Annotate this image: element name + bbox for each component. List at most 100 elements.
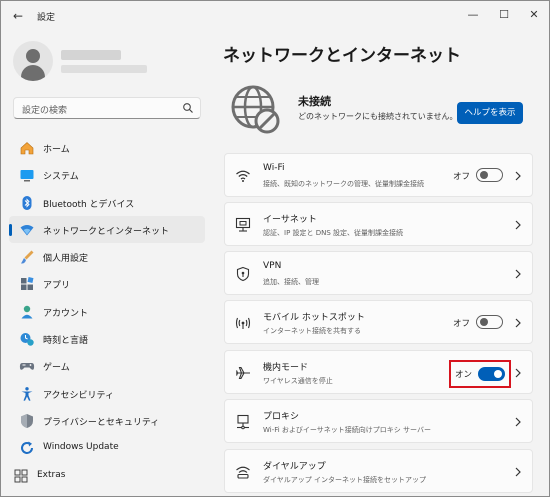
apps-icon [21,277,34,291]
card-subtitle: ワイヤレス通信を停止 [263,377,333,385]
toggle-state-label: オフ [453,172,471,182]
connection-status-subtitle: どのネットワークにも接続されていません。 [298,112,458,121]
proxy-icon [237,414,249,430]
sidebar-item-windows-update[interactable]: Windows Update [9,434,205,461]
chevron-right-icon [515,467,521,477]
card-title: プロキシ [263,412,300,422]
card-proxy[interactable]: プロキシ Wi-Fi およびイーサネット接続向けプロキシ サーバー [224,399,533,443]
hotspot-toggle[interactable] [476,315,503,329]
avatar [13,41,53,81]
chevron-right-icon [515,269,521,279]
sidebar-item-label: Windows Update [43,442,119,453]
chevron-right-icon [515,220,521,230]
profile-name-redacted [61,50,121,60]
time-language-icon [20,333,34,346]
home-icon [20,142,34,155]
card-subtitle: 接続、既知のネットワークの管理、従量制課金接続 [263,180,424,188]
card-title: イーサネット [263,215,317,225]
chevron-right-icon [515,171,521,181]
bluetooth-icon [22,195,32,210]
sidebar-item-personalization[interactable]: 個人用設定 [9,243,205,270]
airplane-mode-toggle[interactable] [478,367,505,381]
search-icon [183,103,193,113]
card-title: Wi-Fi [263,163,285,173]
sidebar-item-label: アカウント [43,308,89,319]
airplane-icon [235,366,250,380]
hotspot-toggle-group: オフ [451,314,509,332]
card-title: 機内モード [263,363,309,373]
dialup-icon [236,466,250,479]
system-icon [20,170,34,182]
search-placeholder: 設定の検索 [22,106,68,116]
sidebar-item-label: プライバシーとセキュリティ [43,417,160,428]
wifi-toggle[interactable] [476,168,503,182]
card-ethernet[interactable]: イーサネット 認証、IP 設定と DNS 設定、従量制課金接続 [224,202,533,246]
card-title: VPN [263,261,282,271]
help-button[interactable]: ヘルプを表示 [457,102,523,124]
airplane-toggle-highlight: オン [449,360,511,388]
sidebar-item-extras[interactable]: Extras [3,462,199,489]
sidebar-item-label: Extras [37,469,66,480]
network-icon [20,224,34,236]
sidebar-item-home[interactable]: ホーム [9,134,205,161]
search-input[interactable]: 設定の検索 [13,97,201,119]
accessibility-icon [21,386,33,401]
vpn-shield-icon [236,266,250,282]
sidebar-item-gaming[interactable]: ゲーム [9,352,205,379]
sidebar-item-label: 個人用設定 [43,254,89,265]
card-subtitle: Wi-Fi およびイーサネット接続向けプロキシ サーバー [263,426,431,434]
sidebar-item-accessibility[interactable]: アクセシビリティ [9,380,205,407]
toggle-state-label: オフ [453,319,471,329]
card-subtitle: インターネット接続を共有する [263,327,361,335]
sidebar-item-privacy[interactable]: プライバシーとセキュリティ [9,407,205,434]
card-mobile-hotspot[interactable]: モバイル ホットスポット インターネット接続を共有する オフ [224,300,533,344]
card-airplane-mode[interactable]: 機内モード ワイヤレス通信を停止 オン [224,350,533,394]
toggle-state-label: オン [455,370,473,380]
sidebar-item-system[interactable]: システム [9,161,205,188]
chevron-right-icon [515,318,521,328]
card-title: ダイヤルアップ [263,462,326,472]
ethernet-icon [235,217,251,232]
chevron-right-icon [515,368,521,378]
connection-status-title: 未接続 [298,95,331,108]
wifi-toggle-group: オフ [451,167,509,185]
card-dialup[interactable]: ダイヤルアップ ダイヤルアップ インターネット接続をセットアップ [224,449,533,493]
sidebar-item-label: Bluetooth とデバイス [43,199,135,210]
card-subtitle: ダイヤルアップ インターネット接続をセットアップ [263,476,427,484]
sidebar-item-label: 時刻と言語 [43,336,89,347]
minimize-button[interactable]: — [464,7,482,23]
sidebar-item-label: ネットワークとインターネット [43,226,170,237]
wifi-icon [236,170,250,182]
chevron-right-icon [515,417,521,427]
profile-email-redacted [61,65,147,73]
app-title: 設定 [37,13,56,23]
page-title: ネットワークとインターネット [223,46,461,66]
card-vpn[interactable]: VPN 追加、接続、管理 [224,251,533,295]
sidebar-item-label: アクセシビリティ [43,390,115,401]
sidebar-item-label: システム [43,172,79,183]
brush-icon [21,250,34,264]
globe-disconnected-icon [231,85,280,134]
sidebar-item-label: ホーム [43,145,70,155]
account-icon [21,305,33,319]
title-bar: ← 設定 — ☐ ✕ [1,1,549,31]
shield-icon [21,413,33,428]
sidebar-item-bluetooth[interactable]: Bluetooth とデバイス [9,189,205,216]
card-wifi[interactable]: Wi-Fi 接続、既知のネットワークの管理、従量制課金接続 オフ [224,153,533,197]
gamepad-icon [19,363,35,371]
extras-icon [14,469,28,483]
sidebar-item-accounts[interactable]: アカウント [9,298,205,325]
sidebar-item-network[interactable]: ネットワークとインターネット [9,215,205,244]
back-button[interactable]: ← [9,8,27,24]
card-subtitle: 追加、接続、管理 [263,278,319,286]
close-button[interactable]: ✕ [525,7,543,23]
sidebar-item-label: ゲーム [43,363,70,374]
sidebar-item-time-language[interactable]: 時刻と言語 [9,325,205,352]
maximize-button[interactable]: ☐ [495,7,513,23]
hotspot-icon [235,317,251,329]
card-title: モバイル ホットスポット [263,313,365,323]
card-subtitle: 認証、IP 設定と DNS 設定、従量制課金接続 [263,229,404,237]
sidebar-item-apps[interactable]: アプリ [9,270,205,297]
sidebar-nav: ホーム システム Bluetooth とデバイス ネットワークとインターネット [9,134,205,489]
windows-update-icon [21,441,33,455]
